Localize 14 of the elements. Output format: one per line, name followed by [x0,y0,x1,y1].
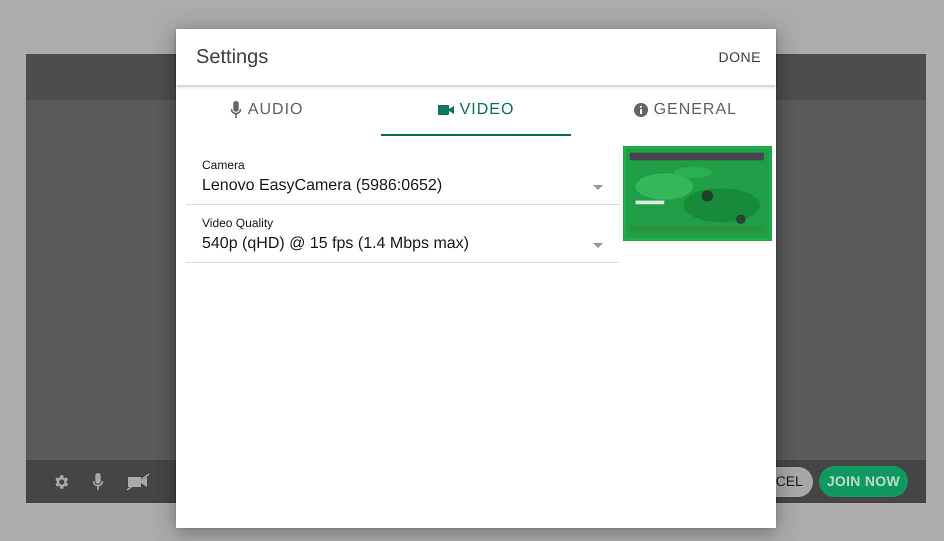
caret-icon [592,243,602,248]
info-icon [634,102,648,116]
microphone-icon[interactable] [92,472,104,490]
done-button[interactable]: DONE [718,44,761,70]
caret-icon [592,185,602,190]
tab[interactable]: GENERAL [590,85,780,136]
select-field[interactable]: Video Quality 540p (qHD) @ 15 fps (1.4 Mbps max) [186,205,618,263]
microphone-icon [230,100,242,118]
tab[interactable]: VIDEO [381,85,571,136]
tab[interactable]: AUDIO [172,85,362,136]
select-field[interactable]: Camera Lenovo EasyCamera (5986:0652) [186,152,618,205]
camera-off-icon[interactable] [126,472,150,490]
camera-icon [438,104,454,116]
dialog-title: Settings [196,45,268,70]
